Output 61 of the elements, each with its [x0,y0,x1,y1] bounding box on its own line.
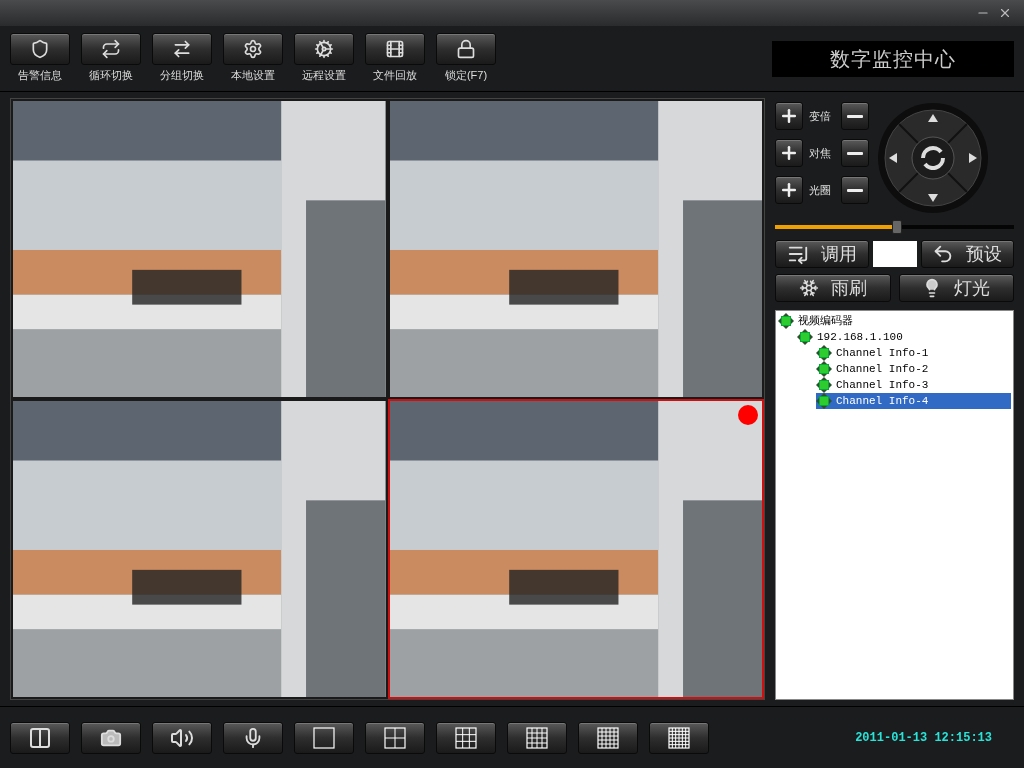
plus-button[interactable] [775,102,803,130]
plus-button[interactable] [775,176,803,204]
lock-icon [456,39,476,60]
grid-layout-icon [526,726,548,749]
bottom-toolbar-button[interactable] [507,721,567,754]
device-icon [816,393,832,409]
bottom-toolbar-button[interactable] [649,721,709,754]
plus-icon [779,180,799,200]
grid-layout-icon [313,726,335,749]
bottom-toolbar-button[interactable] [365,721,425,754]
bottom-toolbar-button[interactable] [152,721,212,754]
plus-icon [779,106,799,126]
direction-pad[interactable] [877,102,989,214]
minus-icon [847,188,863,192]
close-icon[interactable] [998,6,1012,20]
plus-icon [779,143,799,163]
device-icon [797,329,813,345]
ptz-button[interactable]: 预设 [920,240,1014,268]
gear-icon [314,39,334,60]
device-icon [816,361,832,377]
gear-icon [243,39,263,60]
bottom-toolbar-button[interactable] [294,721,354,754]
grid-layout-icon [384,726,406,749]
bottom-toolbar-button[interactable] [578,721,638,754]
tree-item[interactable]: Channel Info-2 [816,361,1011,377]
plus-button[interactable] [775,139,803,167]
ptz-button[interactable]: 调用 [775,240,869,268]
slider-thumb[interactable] [891,220,902,234]
device-icon [816,345,832,361]
shield-icon [30,39,50,60]
minus-button[interactable] [841,102,869,130]
film-icon [385,39,405,60]
tree-item[interactable]: Channel Info-1 [816,345,1011,361]
ptz-label: 光圈 [809,182,832,198]
minus-icon [847,151,863,155]
device-icon [816,377,832,393]
loop-arrows-icon [101,39,121,60]
minus-button[interactable] [841,176,869,204]
app-title: 数字监控中心 [772,40,1014,77]
ptz-label: 对焦 [809,145,832,161]
tree-item[interactable]: Channel Info-4 [816,393,1011,409]
device-icon [778,313,794,329]
swap-arrows-icon [172,39,192,60]
minus-button[interactable] [841,139,869,167]
bottom-toolbar-button[interactable] [81,721,141,754]
ptz-button[interactable]: 灯光 [898,274,1014,302]
ptz-label: 变倍 [809,108,832,124]
tree-item[interactable]: 192.168.1.100 [797,329,1011,345]
tree-item[interactable]: Channel Info-3 [816,377,1011,393]
ptz-button[interactable]: 雨刷 [775,274,891,302]
minus-icon [847,114,863,118]
grid-layout-icon [597,726,619,749]
status-time: 2011-01-13 12:15:13 [855,729,993,747]
tree-item[interactable]: 视频编码器 [778,313,1011,329]
bottom-toolbar-button[interactable] [223,721,283,754]
preset-input[interactable] [872,241,917,267]
bottom-toolbar-button[interactable] [10,721,70,754]
grid-layout-icon [455,726,477,749]
bottom-toolbar-button[interactable] [436,721,496,754]
grid-layout-icon [668,726,690,749]
speed-slider[interactable] [775,220,1014,234]
